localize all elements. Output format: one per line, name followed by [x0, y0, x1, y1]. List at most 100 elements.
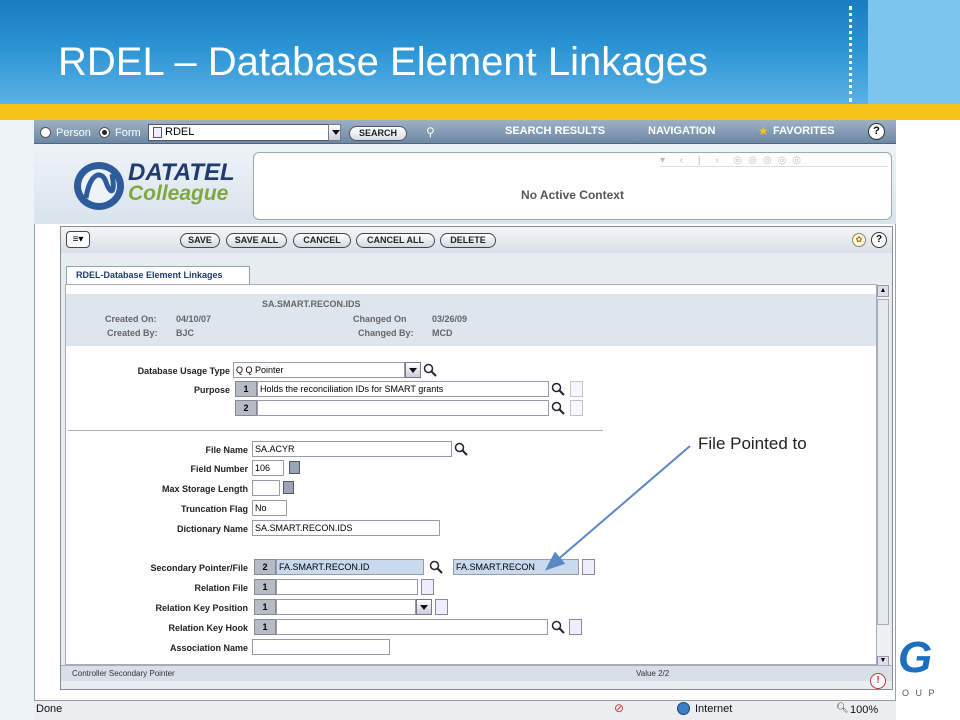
slide-left-margin [0, 120, 34, 720]
yellow-band [0, 104, 960, 120]
nav-favorites[interactable]: FAVORITES [773, 125, 835, 137]
save-button[interactable]: SAVE [180, 233, 220, 248]
created-on-label: Created On: [105, 314, 157, 324]
cancel-all-button[interactable]: CANCEL ALL [356, 233, 435, 248]
person-label: Person [56, 127, 91, 139]
association-name-field[interactable] [252, 639, 390, 655]
magnifier-icon[interactable] [551, 382, 565, 396]
document-icon [153, 126, 162, 138]
form-menu-icon[interactable]: ≡▾ [66, 231, 90, 248]
file-name-field[interactable]: SA.ACYR [252, 441, 452, 457]
changed-by-label: Changed By: [358, 328, 414, 338]
magnifier-icon[interactable] [429, 560, 443, 574]
magnifier-icon[interactable] [454, 442, 468, 456]
tab-rdel[interactable]: RDEL-Database Element Linkages [66, 266, 250, 284]
alert-icon[interactable]: ! [870, 673, 886, 689]
form-radio[interactable] [99, 127, 110, 138]
changed-on-value: 03/26/09 [432, 314, 468, 324]
truncation-flag-label: Truncation Flag [180, 504, 248, 514]
browser-status-bar [34, 700, 896, 720]
relation-key-hook-field[interactable] [276, 619, 548, 635]
relation-file-field[interactable] [276, 579, 418, 595]
created-on-value: 04/10/07 [176, 314, 212, 324]
internet-zone-label: Internet [695, 703, 733, 715]
delete-button[interactable]: DELETE [440, 233, 496, 248]
dictionary-name-label: Dictionary Name [176, 524, 248, 534]
field-number-field[interactable]: 106 [252, 460, 284, 476]
status-value-count: Value 2/2 [636, 669, 670, 678]
form-help-icon[interactable]: ? [871, 232, 887, 248]
purpose-row-number-2: 2 [235, 400, 257, 416]
changed-on-label: Changed On [353, 314, 407, 324]
relation-key-position-dropdown-button[interactable] [416, 599, 432, 615]
relation-key-hook-spinner[interactable] [569, 619, 582, 635]
relation-file-row-number: 1 [254, 579, 276, 595]
magnifier-icon[interactable] [423, 363, 437, 377]
nav-search-results[interactable]: SEARCH RESULTS [505, 125, 605, 137]
search-options-icon[interactable]: ⚲ [426, 125, 435, 139]
form-dropdown-button[interactable] [328, 124, 341, 141]
purpose-spinner[interactable] [570, 400, 583, 416]
context-text: No Active Context [521, 188, 624, 202]
secondary-pointer-field[interactable]: FA.SMART.RECON.ID [276, 559, 424, 575]
relation-key-position-label: Relation Key Position [155, 603, 248, 613]
secondary-pointer-label: Secondary Pointer/File [150, 563, 248, 573]
purpose-row-number-1: 1 [235, 381, 257, 397]
cancel-button[interactable]: CANCEL [293, 233, 351, 248]
dictionary-name-field[interactable]: SA.SMART.RECON.IDS [252, 520, 440, 536]
record-id: SA.SMART.RECON.IDS [262, 299, 361, 309]
search-button[interactable]: SEARCH [349, 126, 407, 141]
blocked-icon: ⊘ [614, 701, 625, 715]
magnifier-icon[interactable] [551, 401, 565, 415]
form-value: RDEL [165, 126, 195, 138]
max-storage-label: Max Storage Length [161, 484, 248, 494]
relation-key-position-row-number: 1 [254, 599, 276, 615]
form-status-strip [61, 665, 892, 681]
association-name-label: Association Name [169, 643, 248, 653]
usage-type-dropdown-button[interactable] [405, 362, 421, 378]
logo-colleague: Colleague [128, 182, 229, 205]
created-by-label: Created By: [107, 328, 158, 338]
secondary-pointer-row-number: 2 [254, 559, 276, 575]
purpose-spinner[interactable] [570, 381, 583, 397]
purpose-label: Purpose [193, 385, 230, 395]
zoom-level[interactable]: 100% [850, 704, 878, 716]
form-search-input[interactable]: RDEL [148, 124, 340, 141]
max-storage-field[interactable] [252, 480, 280, 496]
browser-status-done: Done [36, 703, 63, 715]
scroll-thumb[interactable] [877, 299, 889, 625]
favorite-icon[interactable]: ✿ [852, 233, 866, 247]
relation-file-label: Relation File [194, 583, 248, 593]
form-label: Form [115, 127, 141, 139]
relation-key-position-select[interactable] [276, 599, 416, 615]
scroll-up-arrow[interactable]: ▲ [877, 285, 889, 297]
internet-globe-icon [677, 702, 690, 715]
zoom-icon[interactable]: 🔍︎ [836, 703, 849, 714]
purpose-field-2[interactable] [257, 400, 549, 416]
magnifier-icon[interactable] [551, 620, 565, 634]
file-name-label: File Name [205, 445, 248, 455]
brand-oup-text: O U P [902, 688, 937, 698]
colleague-logo-icon [74, 162, 124, 210]
header-accent [868, 0, 960, 104]
calculator-icon[interactable] [283, 481, 294, 494]
status-left-text: Controller Secondary Pointer [72, 669, 175, 678]
truncation-flag-field[interactable]: No [252, 500, 287, 516]
save-all-button[interactable]: SAVE ALL [226, 233, 287, 248]
changed-by-value: MCD [432, 328, 453, 338]
context-controls: ▾ ‹ | › ◎◎◎◎◎ [660, 155, 888, 167]
annotation-arrow [544, 445, 691, 571]
person-radio[interactable] [40, 127, 51, 138]
annotation-label: File Pointed to [698, 434, 807, 453]
relation-file-spinner[interactable] [421, 579, 434, 595]
brand-g-logo: G [898, 633, 933, 682]
created-by-value: BJC [176, 328, 195, 338]
help-icon[interactable]: ? [868, 123, 885, 140]
relation-key-position-spinner[interactable] [435, 599, 448, 615]
nav-navigation[interactable]: NAVIGATION [648, 125, 715, 137]
calculator-icon[interactable] [289, 461, 300, 474]
purpose-field-1[interactable]: Holds the reconciliation IDs for SMART g… [257, 381, 549, 397]
usage-type-select[interactable]: Q Q Pointer [233, 362, 405, 378]
relation-key-hook-row-number: 1 [254, 619, 276, 635]
relation-key-hook-label: Relation Key Hook [168, 623, 248, 633]
